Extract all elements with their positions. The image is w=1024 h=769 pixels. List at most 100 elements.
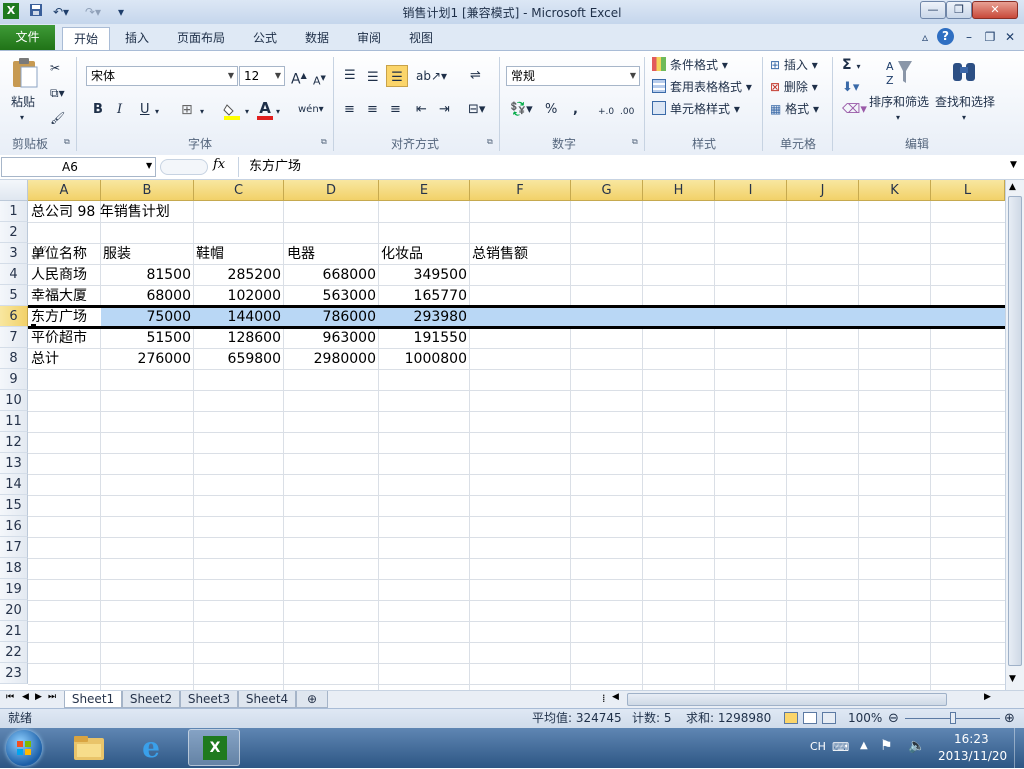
row-header[interactable]: 13 <box>0 453 28 474</box>
action-center-icon[interactable]: ⚑ <box>880 738 893 754</box>
row-header[interactable]: 2 <box>0 222 28 243</box>
cell-a1[interactable]: 总公司 98 年销售计划 <box>31 201 170 222</box>
cell-c7[interactable]: 128600 <box>194 327 284 348</box>
cell-d6[interactable]: 786000 <box>284 306 379 327</box>
maximize-button[interactable]: ❐ <box>946 1 972 19</box>
row-header[interactable]: 15 <box>0 495 28 516</box>
cell-a3[interactable]: 单位名称 <box>31 243 100 264</box>
internet-explorer-icon[interactable]: e <box>130 732 172 764</box>
column-header-i[interactable]: I <box>715 180 787 201</box>
next-sheet-icon[interactable]: ▶ <box>35 692 42 702</box>
name-box-dropdown-icon[interactable]: ▼ <box>146 161 152 170</box>
cell-b3[interactable]: 服装 <box>103 243 131 264</box>
row-header[interactable]: 10 <box>0 390 28 411</box>
increase-decimal-icon[interactable]: +.0 <box>598 103 614 121</box>
column-header-f[interactable]: F <box>470 180 571 201</box>
cell-b8[interactable]: 276000 <box>101 348 194 369</box>
row-header[interactable]: 4 <box>0 264 28 285</box>
paste-icon[interactable] <box>10 57 40 89</box>
expand-formula-icon[interactable]: ▼ <box>1010 160 1017 170</box>
comma-button[interactable]: , <box>573 101 578 119</box>
page-break-view-icon[interactable] <box>822 712 836 724</box>
input-language[interactable]: CH <box>810 740 826 753</box>
cell-b7[interactable]: 51500 <box>101 327 194 348</box>
prev-sheet-icon[interactable]: ◀ <box>22 692 29 702</box>
sheet-tab-sheet1[interactable]: Sheet1 <box>64 691 122 708</box>
bold-button[interactable]: B <box>93 101 103 119</box>
row-header[interactable]: 17 <box>0 537 28 558</box>
font-color-button[interactable]: A <box>257 99 273 121</box>
font-color-dropdown-icon[interactable]: ▾ <box>276 103 280 121</box>
row-header[interactable]: 18 <box>0 558 28 579</box>
insert-function-button[interactable]: fx <box>213 157 225 172</box>
cell-b5[interactable]: 68000 <box>101 285 194 306</box>
column-header-c[interactable]: C <box>194 180 284 201</box>
close-button[interactable]: ✕ <box>972 1 1018 19</box>
underline-dropdown-icon[interactable]: ▾ <box>155 103 159 121</box>
first-sheet-icon[interactable]: ⏮ <box>6 692 14 702</box>
column-header-k[interactable]: K <box>859 180 931 201</box>
binoculars-icon[interactable] <box>950 57 978 85</box>
conditional-format-button[interactable]: 条件格式 ▾ <box>652 56 728 74</box>
sheet-tab-sheet3[interactable]: Sheet3 <box>180 691 238 708</box>
sort-filter-icon[interactable]: AZ <box>884 57 914 87</box>
row-header[interactable]: 20 <box>0 600 28 621</box>
tab-data[interactable]: 数据 <box>298 27 336 50</box>
file-explorer-icon[interactable] <box>68 732 110 764</box>
italic-button[interactable]: I <box>117 101 122 119</box>
scrollbar-thumb[interactable] <box>1008 196 1022 666</box>
sheet-tab-sheet2[interactable]: Sheet2 <box>122 691 180 708</box>
cell-e5[interactable]: 165770 <box>379 285 470 306</box>
zoom-out-icon[interactable]: ⊖ <box>888 709 899 728</box>
sort-filter-dropdown-icon[interactable]: ▾ <box>896 109 900 127</box>
wrap-text-icon[interactable]: ⇌ <box>470 67 481 85</box>
tab-file[interactable]: 文件 <box>0 25 55 50</box>
cell-d5[interactable]: 563000 <box>284 285 379 306</box>
zoom-slider-thumb[interactable] <box>950 712 956 724</box>
merge-center-icon[interactable]: ⊟▾ <box>468 101 485 119</box>
align-top-icon[interactable]: ☰ <box>344 67 356 85</box>
row-header[interactable]: 16 <box>0 516 28 537</box>
row-header[interactable]: 7 <box>0 327 28 348</box>
delete-cells-button[interactable]: ⊠ 删除 ▾ <box>770 78 818 96</box>
cell-c4[interactable]: 285200 <box>194 264 284 285</box>
column-header-l[interactable]: L <box>931 180 1005 201</box>
row-header[interactable]: 1 <box>0 201 28 222</box>
scroll-down-icon[interactable]: ▼ <box>1009 674 1016 684</box>
row-header-selected[interactable]: 6 <box>0 306 28 327</box>
shrink-font-button[interactable]: A▼ <box>313 69 326 91</box>
clock-date[interactable]: 2013/11/20 <box>938 749 1007 763</box>
fill-icon[interactable]: ⬇▾ <box>842 79 859 97</box>
percent-button[interactable]: % <box>545 101 557 119</box>
number-format-combo[interactable]: 常规 ▼ <box>506 66 640 86</box>
fill-color-icon[interactable] <box>223 101 241 120</box>
row-header[interactable]: 9 <box>0 369 28 390</box>
row-header[interactable]: 23 <box>0 663 28 684</box>
align-left-icon[interactable]: ≡ <box>344 101 355 119</box>
orientation-icon[interactable]: ab↗▾ <box>416 67 447 85</box>
volume-icon[interactable]: 🔈 <box>908 738 925 754</box>
cell-d4[interactable]: 668000 <box>284 264 379 285</box>
cell-c8[interactable]: 659800 <box>194 348 284 369</box>
tab-page-layout[interactable]: 页面布局 <box>170 27 232 50</box>
formula-input[interactable]: 东方广场 <box>238 157 1008 177</box>
horizontal-scrollbar-thumb[interactable] <box>627 693 947 706</box>
column-header-a[interactable]: A <box>28 180 101 201</box>
help-icon[interactable]: ? <box>937 28 954 45</box>
autosum-button[interactable]: Σ ▾ <box>842 56 860 76</box>
format-cells-button[interactable]: ▦ 格式 ▾ <box>770 100 819 118</box>
tab-review[interactable]: 审阅 <box>350 27 388 50</box>
font-size-combo[interactable]: 12 ▼ <box>239 66 285 86</box>
tab-split-icon[interactable]: ⁞ <box>602 692 606 705</box>
align-middle-icon[interactable]: ☰ <box>367 69 379 87</box>
align-right-icon[interactable]: ≡ <box>390 101 401 119</box>
row-header[interactable]: 21 <box>0 621 28 642</box>
cell-e8[interactable]: 1000800 <box>379 348 470 369</box>
insert-sheet-icon[interactable]: ⊕ <box>296 691 328 708</box>
decrease-decimal-icon[interactable]: .00 <box>620 103 634 121</box>
zoom-in-icon[interactable]: ⊕ <box>1004 709 1015 728</box>
align-center-icon[interactable]: ≡ <box>367 101 378 119</box>
cell-d8[interactable]: 2980000 <box>284 348 379 369</box>
row-header[interactable]: 12 <box>0 432 28 453</box>
keyboard-icon[interactable]: ⌨ <box>832 740 849 754</box>
